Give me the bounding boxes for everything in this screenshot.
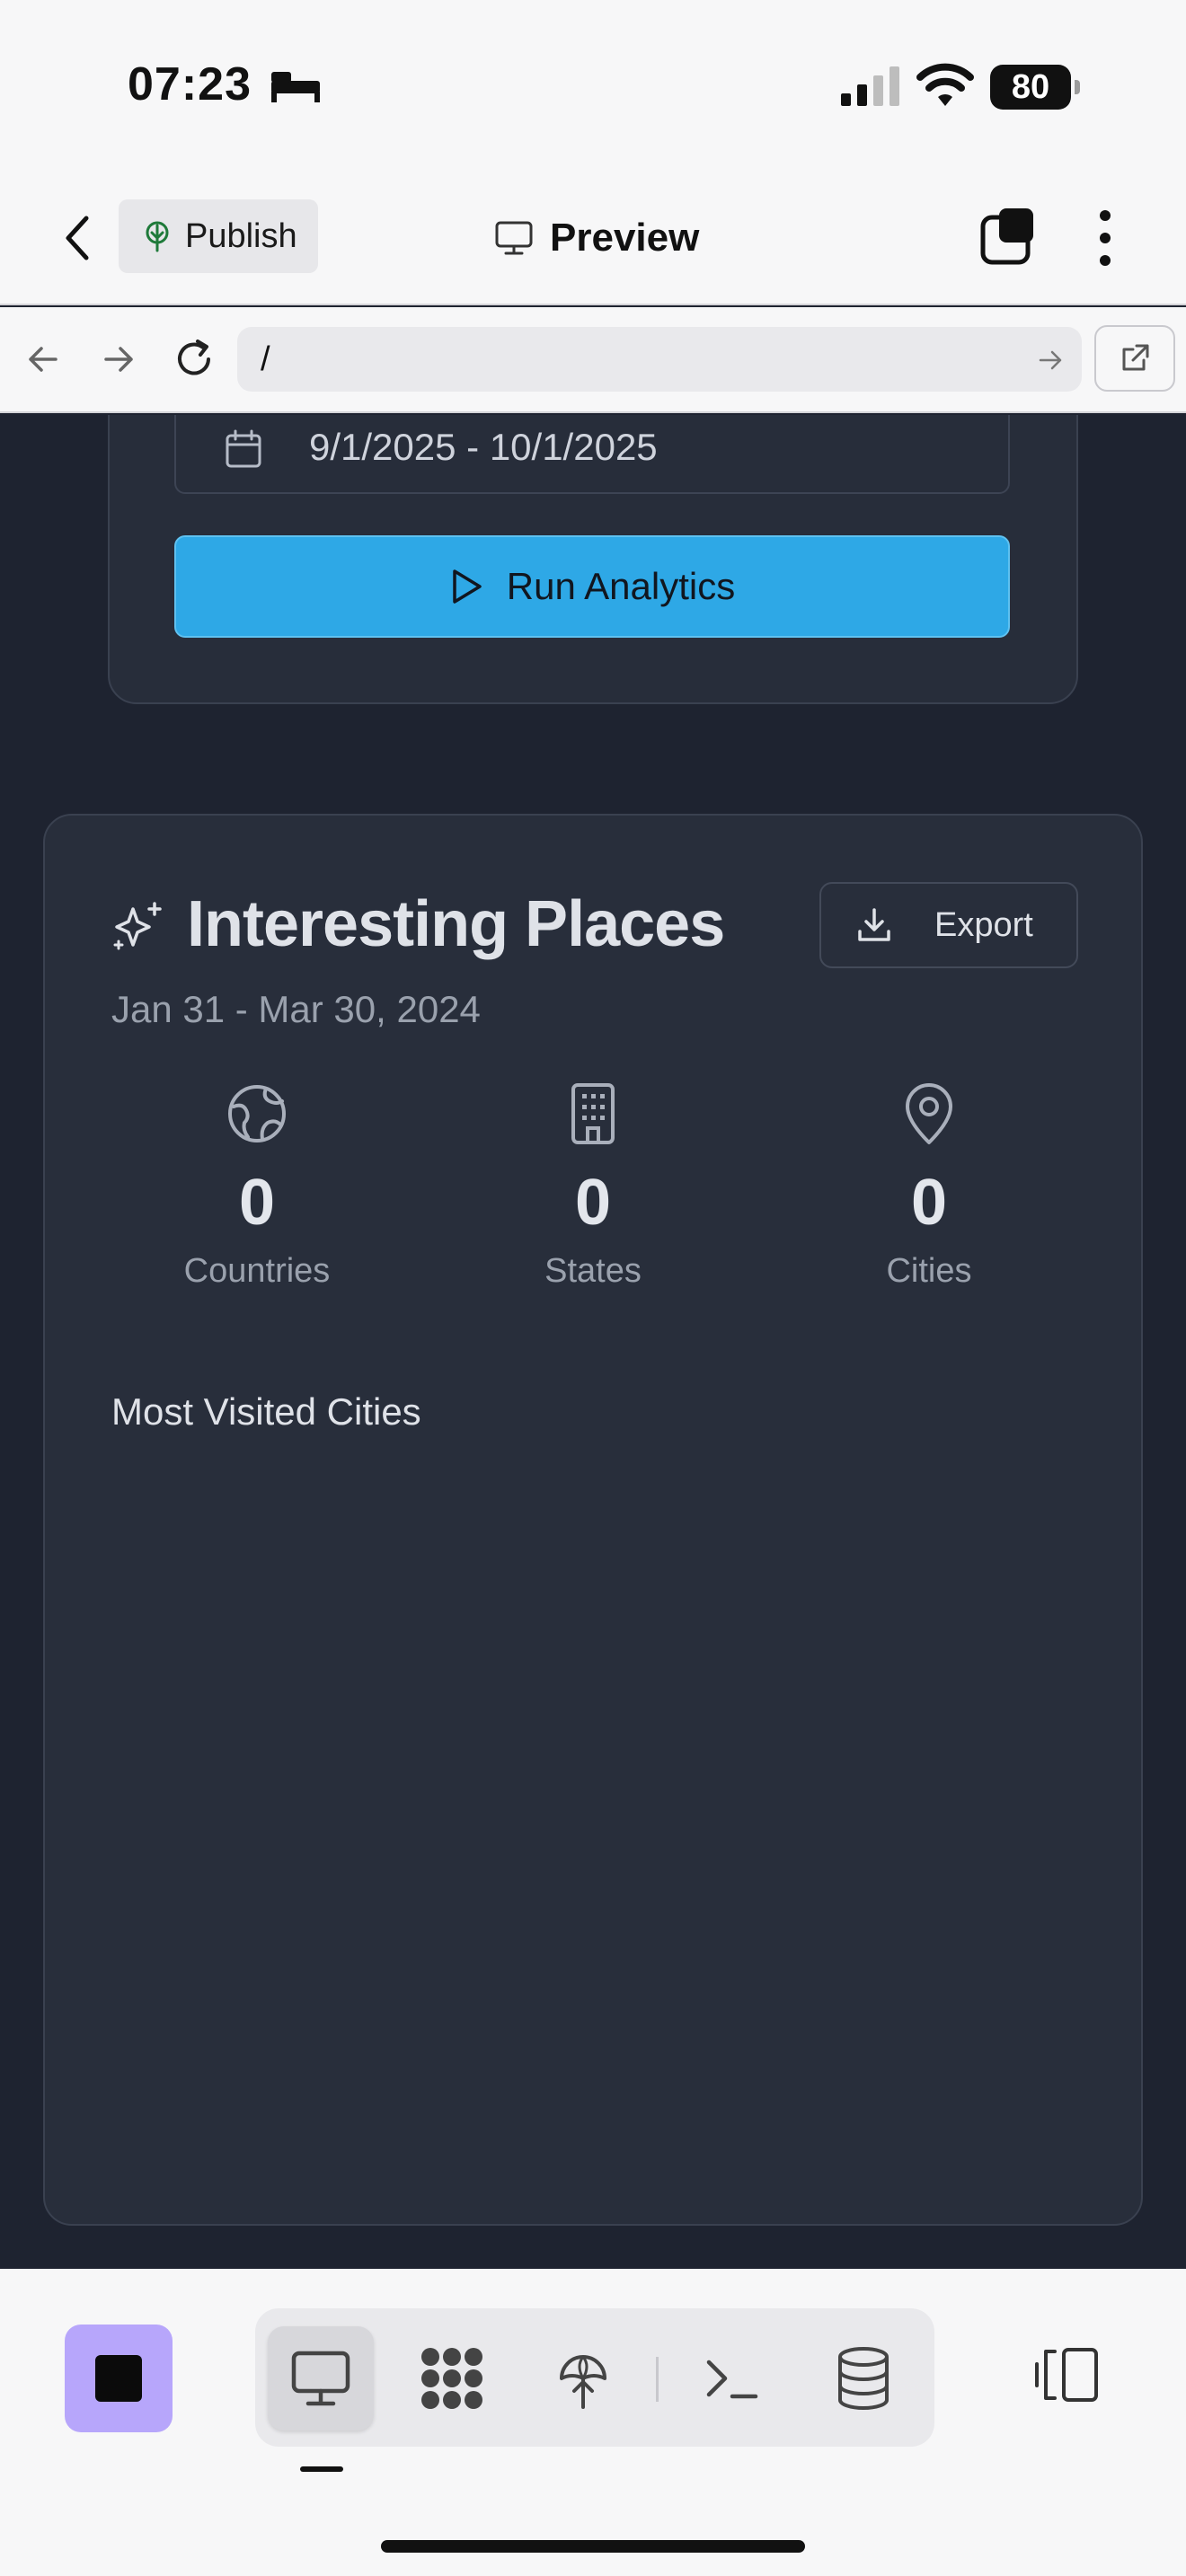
monitor-icon bbox=[291, 2351, 350, 2406]
open-external-button[interactable] bbox=[1094, 325, 1175, 392]
stat-states: 0 States bbox=[458, 1081, 728, 1291]
home-indicator bbox=[381, 2540, 805, 2553]
apps-icon bbox=[421, 2348, 482, 2409]
status-bar: 07:23 80 bbox=[0, 0, 1186, 171]
date-range-value: 9/1/2025 - 10/1/2025 bbox=[309, 426, 658, 468]
panel-toggle-icon[interactable] bbox=[1033, 2346, 1100, 2404]
go-arrow-icon[interactable] bbox=[1037, 347, 1064, 374]
toolbar-divider bbox=[656, 2357, 659, 2402]
download-icon bbox=[858, 908, 890, 941]
sleep-icon bbox=[271, 72, 320, 102]
calendar-icon bbox=[226, 429, 261, 468]
places-date-range: Jan 31 - Mar 30, 2024 bbox=[111, 988, 481, 1030]
countries-count: 0 bbox=[238, 1167, 276, 1239]
battery-icon: 80 bbox=[990, 65, 1080, 110]
tabs-icon[interactable] bbox=[979, 207, 1037, 266]
chevron-left-icon[interactable] bbox=[56, 211, 99, 265]
tool-database[interactable] bbox=[810, 2326, 916, 2430]
publish-tree-icon bbox=[146, 221, 169, 252]
active-tab-indicator bbox=[300, 2466, 343, 2472]
stat-countries: 0 Countries bbox=[122, 1081, 392, 1291]
places-title: Interesting Places bbox=[187, 888, 725, 960]
states-count: 0 bbox=[574, 1167, 612, 1239]
publish-icon bbox=[560, 2355, 606, 2409]
countries-label: Countries bbox=[183, 1252, 331, 1290]
url-text: / bbox=[261, 340, 270, 378]
interesting-places-card: Interesting Places Export Jan 31 - Mar 3… bbox=[43, 814, 1143, 2226]
cities-label: Cities bbox=[886, 1252, 972, 1290]
app-header: Publish Preview bbox=[0, 171, 1186, 305]
tool-publish[interactable] bbox=[530, 2326, 636, 2430]
building-icon bbox=[571, 1083, 615, 1144]
run-analytics-label: Run Analytics bbox=[506, 565, 736, 607]
run-analytics-button[interactable]: Run Analytics bbox=[174, 535, 1010, 638]
cities-count: 0 bbox=[910, 1167, 948, 1239]
tool-terminal[interactable] bbox=[679, 2326, 785, 2430]
open-external-icon bbox=[1122, 344, 1149, 371]
tool-preview[interactable] bbox=[268, 2326, 374, 2430]
terminal-icon bbox=[706, 2360, 758, 2399]
states-label: States bbox=[544, 1252, 642, 1290]
map-pin-icon bbox=[906, 1083, 952, 1144]
globe-icon bbox=[228, 1085, 286, 1142]
play-icon bbox=[453, 569, 482, 604]
cellular-signal-icon bbox=[841, 66, 899, 106]
url-input[interactable]: / bbox=[237, 327, 1082, 392]
database-icon bbox=[838, 2347, 889, 2410]
tool-group bbox=[255, 2308, 934, 2447]
arrow-left-icon[interactable] bbox=[23, 340, 63, 379]
sparkles-icon bbox=[113, 902, 162, 950]
tool-apps[interactable] bbox=[399, 2326, 505, 2430]
export-button[interactable]: Export bbox=[819, 882, 1078, 968]
wifi-icon bbox=[916, 63, 974, 106]
date-range-picker[interactable]: 9/1/2025 - 10/1/2025 bbox=[174, 415, 1010, 494]
more-vertical-icon[interactable] bbox=[1089, 207, 1121, 269]
preview-label: Preview bbox=[550, 216, 700, 260]
monitor-icon bbox=[495, 221, 533, 255]
status-time: 07:23 bbox=[128, 58, 252, 110]
content-area[interactable]: 9/1/2025 - 10/1/2025 Run Analytics Inter… bbox=[0, 415, 1186, 2269]
most-visited-cities-heading: Most Visited Cities bbox=[111, 1390, 421, 1433]
stop-button[interactable] bbox=[65, 2325, 173, 2432]
reload-icon[interactable] bbox=[171, 336, 217, 383]
arrow-right-icon[interactable] bbox=[99, 340, 138, 379]
stat-cities: 0 Cities bbox=[794, 1081, 1064, 1291]
publish-label: Publish bbox=[185, 216, 297, 255]
preview-title[interactable]: Preview bbox=[494, 208, 699, 268]
stop-icon bbox=[95, 2355, 142, 2402]
publish-button[interactable]: Publish bbox=[119, 199, 318, 273]
export-label: Export bbox=[934, 905, 1033, 944]
bottom-toolbar bbox=[0, 2269, 1186, 2576]
browser-bar: / bbox=[0, 307, 1186, 413]
